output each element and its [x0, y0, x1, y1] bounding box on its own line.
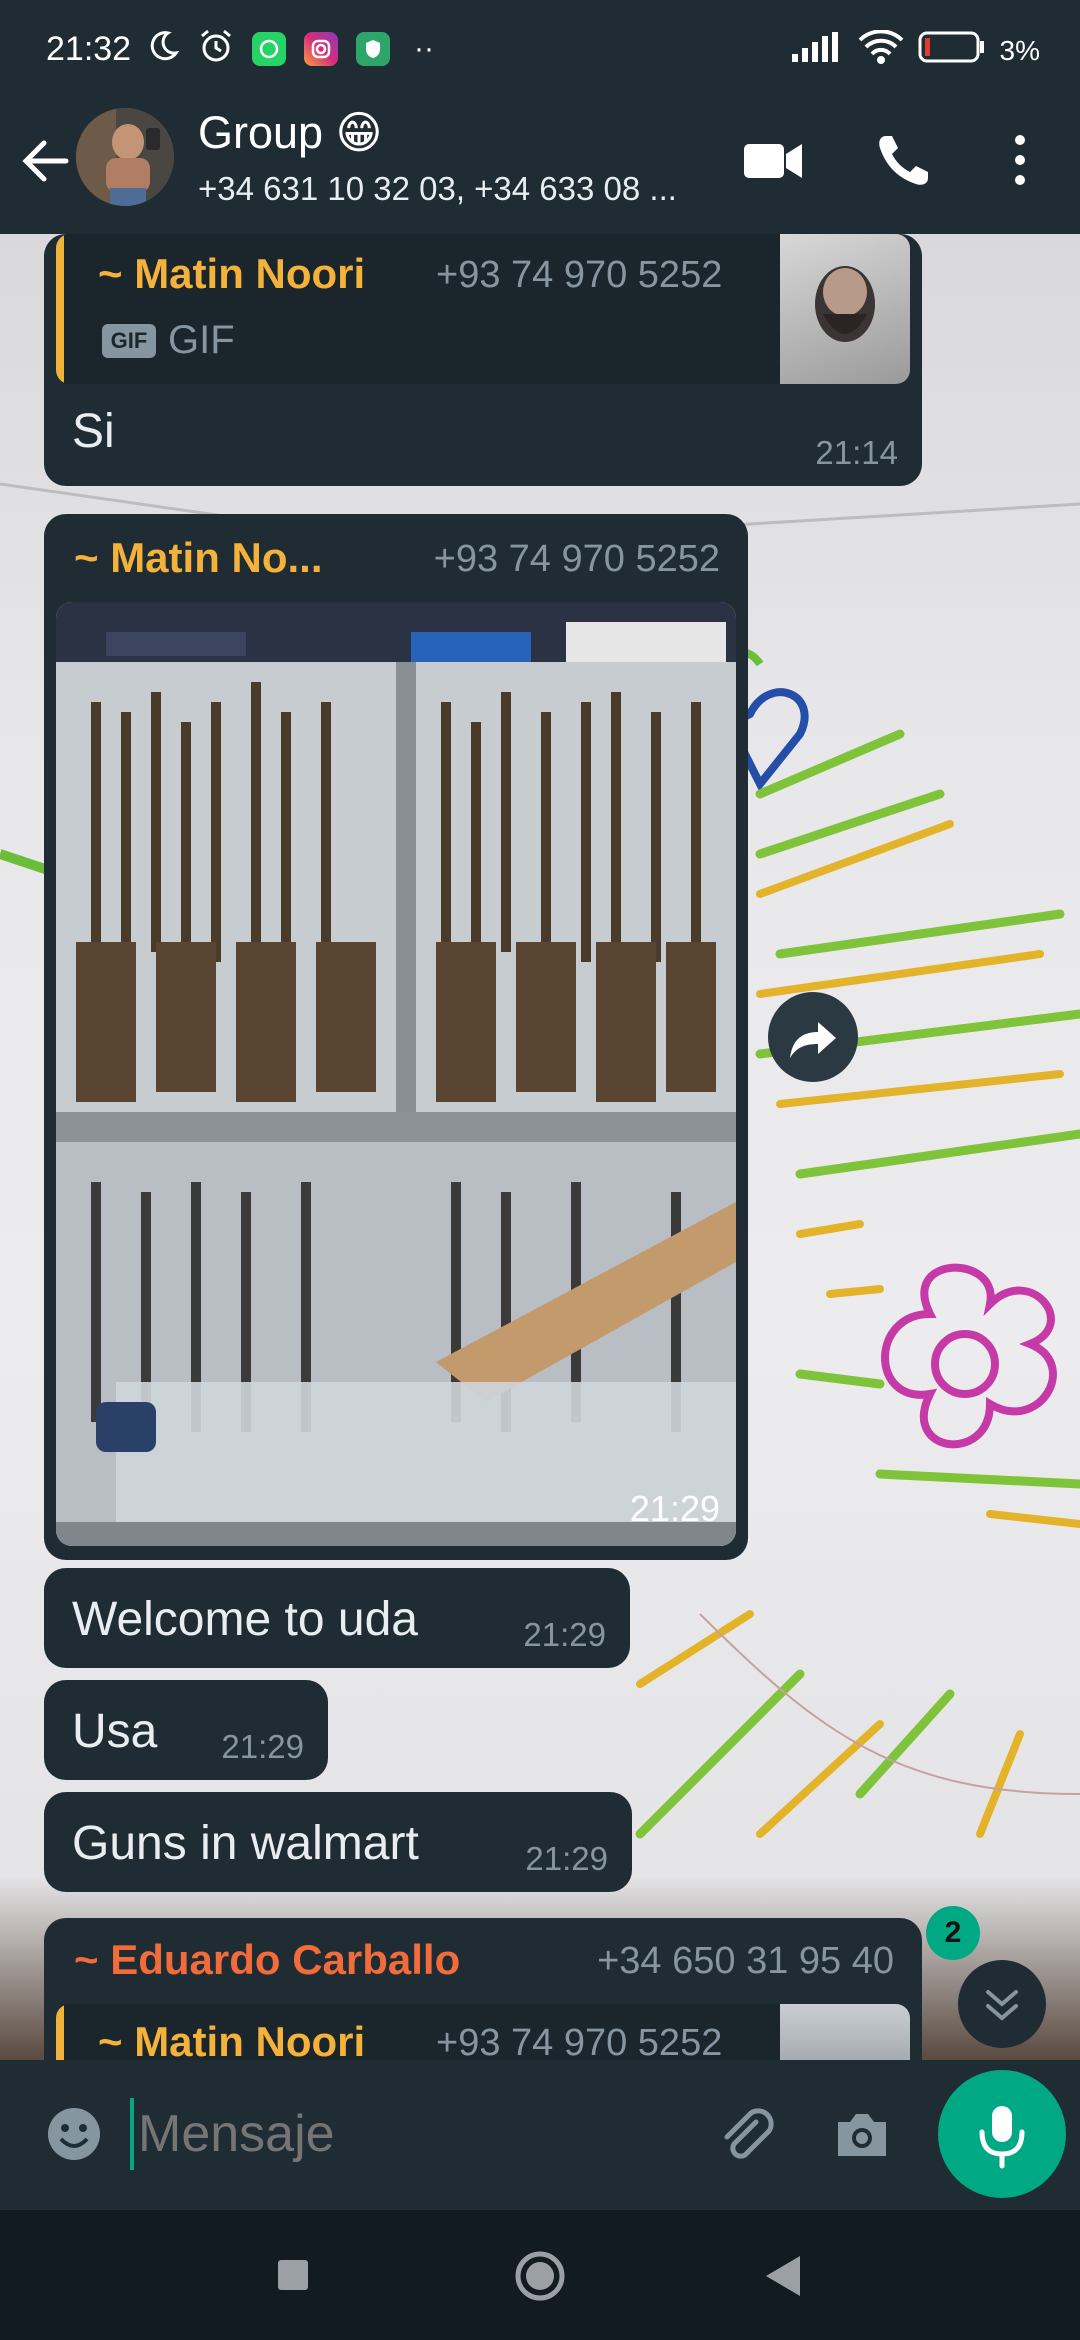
- system-navigation-bar: [0, 2210, 1080, 2340]
- message-input-container[interactable]: [14, 2070, 924, 2196]
- battery-percent: 3%: [999, 34, 1040, 66]
- forward-button[interactable]: [768, 992, 858, 1082]
- voice-call-button[interactable]: [864, 120, 944, 200]
- chat-participants[interactable]: +34 631 10 32 03, +34 633 08 ...: [198, 170, 677, 208]
- chat-area[interactable]: ~ Matin Noori +93 74 970 5252 GIF GIF Si…: [0, 234, 1080, 2060]
- status-bar: 21:32 ·· 3%: [0, 0, 1080, 96]
- message-time: 21:29: [525, 1840, 608, 1877]
- message-text: Welcome to uda: [72, 1593, 418, 1646]
- message-text: Si: [72, 405, 115, 458]
- quote-thumbnail: [780, 2004, 910, 2060]
- quoted-message[interactable]: ~ Matin Noori +93 74 970 5252 GIF GIF: [56, 234, 910, 384]
- message-bubble[interactable]: Welcome to uda 21:29: [44, 1568, 630, 1668]
- attach-icon[interactable]: [714, 2104, 778, 2173]
- more-options-button[interactable]: [980, 120, 1060, 200]
- composer-bar: [0, 2060, 1080, 2210]
- message-bubble[interactable]: Guns in walmart 21:29: [44, 1792, 632, 1892]
- shared-photo[interactable]: [56, 602, 736, 1546]
- message-time: 21:14: [815, 434, 898, 471]
- more-notifications-icon: ··: [414, 31, 434, 65]
- message-input[interactable]: [138, 2094, 698, 2174]
- alarm-icon: [198, 28, 234, 69]
- recents-icon[interactable]: [276, 2258, 310, 2297]
- notification-icons: ··: [146, 28, 434, 69]
- quote-sender-phone: +93 74 970 5252: [436, 254, 723, 296]
- photo-time: 21:29: [629, 1488, 720, 1529]
- message-text: Usa: [72, 1705, 158, 1758]
- system-indicators: 3%: [790, 29, 1040, 71]
- sender-phone: +34 650 31 95 40: [597, 1940, 894, 1982]
- quoted-message[interactable]: ~ Matin Noori +93 74 970 5252: [56, 2004, 910, 2060]
- message-bubble[interactable]: ~ Matin Noori +93 74 970 5252 GIF GIF Si…: [44, 234, 922, 486]
- quote-sender-name: ~ Matin Noori: [98, 250, 366, 297]
- battery-icon: [918, 31, 986, 70]
- quote-accent-bar: [56, 234, 64, 384]
- text-cursor: [130, 2098, 134, 2170]
- quote-sender-phone: +93 74 970 5252: [436, 2022, 723, 2060]
- wifi-icon: [858, 29, 904, 71]
- status-time: 21:32: [46, 30, 132, 68]
- quote-accent-bar: [56, 2004, 64, 2060]
- signal-icon: [790, 32, 844, 69]
- quote-media-type: GIF: [168, 318, 235, 362]
- instagram-icon: [304, 31, 338, 66]
- emoji-icon[interactable]: [44, 2104, 104, 2169]
- sender-phone: +93 74 970 5252: [433, 538, 720, 580]
- back-button[interactable]: [18, 126, 78, 196]
- back-nav-icon[interactable]: [762, 2254, 802, 2303]
- quote-thumbnail: [780, 234, 910, 384]
- shield-icon: [356, 31, 390, 66]
- whatsapp-icon: [252, 31, 286, 66]
- group-avatar[interactable]: [76, 108, 174, 206]
- voice-record-button[interactable]: [938, 2070, 1066, 2198]
- message-time: 21:29: [523, 1616, 606, 1653]
- message-text: Guns in walmart: [72, 1817, 419, 1870]
- message-time: 21:29: [221, 1728, 304, 1765]
- message-bubble[interactable]: ~ Eduardo Carballo +34 650 31 95 40 ~ Ma…: [44, 1918, 922, 2060]
- gif-badge-icon: GIF: [102, 324, 156, 358]
- chat-header: Group 😁 +34 631 10 32 03, +34 633 08 ...: [0, 96, 1080, 234]
- message-bubble[interactable]: Usa 21:29: [44, 1680, 328, 1780]
- quote-sender-name: ~ Matin Noori: [98, 2018, 366, 2060]
- scroll-to-bottom-button[interactable]: [958, 1960, 1046, 2048]
- sender-name: ~ Eduardo Carballo: [74, 1936, 461, 1983]
- chat-title[interactable]: Group 😁: [198, 106, 382, 159]
- unread-count-badge: 2: [926, 1906, 980, 1960]
- camera-icon[interactable]: [832, 2106, 892, 2167]
- image-message-bubble[interactable]: ~ Matin No... +93 74 970 5252 21:29: [44, 514, 748, 1560]
- home-icon[interactable]: [512, 2248, 568, 2309]
- video-call-button[interactable]: [734, 120, 814, 200]
- sender-name: ~ Matin No...: [74, 534, 323, 581]
- moon-icon: [146, 29, 180, 68]
